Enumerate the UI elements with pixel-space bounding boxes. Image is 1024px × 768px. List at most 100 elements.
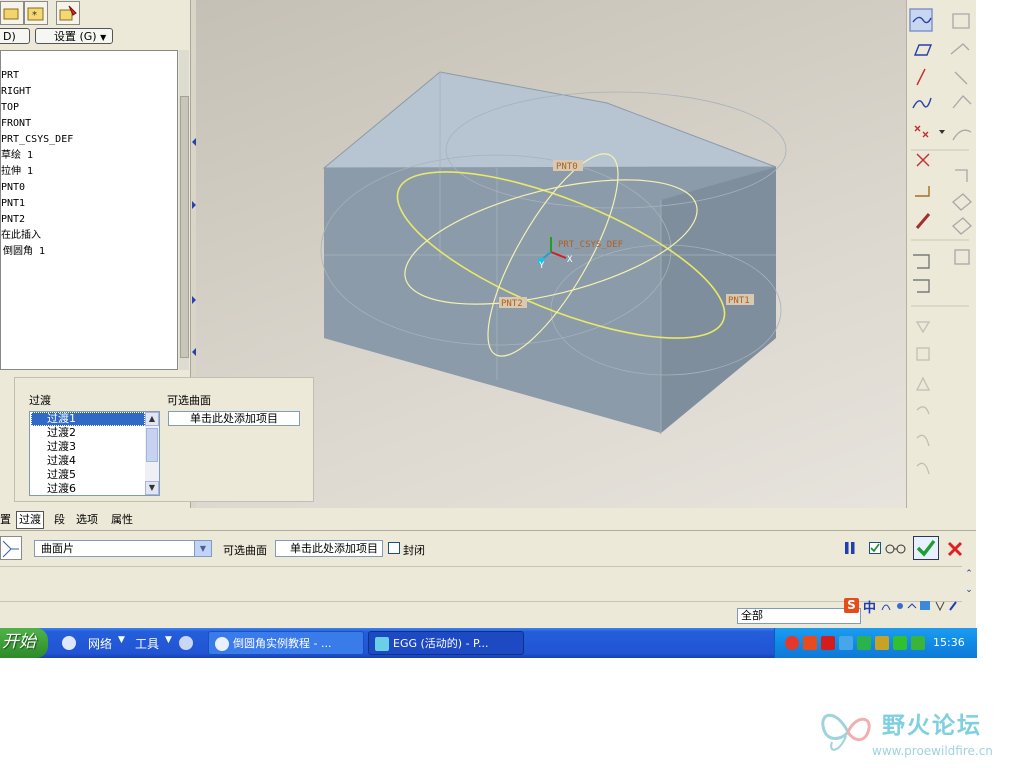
checkmark-icon xyxy=(916,539,936,557)
draft-icon xyxy=(915,321,931,334)
tray-app-icon[interactable] xyxy=(803,636,817,650)
scroll-thumb[interactable] xyxy=(146,428,158,462)
antivirus-icon[interactable] xyxy=(821,636,835,650)
tab-segments[interactable]: 段 xyxy=(54,512,65,528)
list-item[interactable]: 过渡5 xyxy=(31,468,145,482)
tab-options[interactable]: 选项 xyxy=(76,512,98,528)
shield-icon[interactable] xyxy=(911,636,925,650)
mirror-icon xyxy=(915,376,931,391)
tree-item[interactable]: TOP xyxy=(1,101,19,115)
hole-icon xyxy=(916,347,930,361)
pnt0-label[interactable]: PNT0 xyxy=(556,162,578,172)
transition-type-icon[interactable] xyxy=(0,536,22,560)
plane-icon xyxy=(913,44,933,56)
selection-filter-value: 全部 xyxy=(741,609,763,622)
gear-icon[interactable] xyxy=(179,636,193,650)
tree-item[interactable]: 草绘 1 xyxy=(1,149,33,163)
taskbar-task-proe[interactable]: EGG (活动的) - P... xyxy=(368,631,524,655)
shell-icon xyxy=(952,193,972,211)
task-label: 倒圆角实例教程 - ... xyxy=(233,637,332,650)
closed-label: 封闭 xyxy=(403,544,425,557)
ime-chinese-label[interactable]: 中 xyxy=(863,597,876,616)
settings-dropdown[interactable]: 设置 (G) ▼ xyxy=(35,28,113,44)
tree-item[interactable]: RIGHT xyxy=(1,85,31,99)
start-button[interactable]: 开始 xyxy=(0,628,48,658)
network-icon[interactable] xyxy=(62,636,76,650)
watermark-title: 野火论坛 xyxy=(882,713,982,739)
tab-placement[interactable]: 置 xyxy=(0,512,11,528)
volume-icon[interactable] xyxy=(875,636,889,650)
optional-surfaces-header: 可选曲面 xyxy=(167,394,211,407)
tree-item[interactable]: PNT1 xyxy=(1,197,25,211)
ime-toolbar: S 中 xyxy=(842,596,960,616)
status-bar: 全部 xyxy=(0,604,976,628)
sogou-ime-icon[interactable]: S xyxy=(844,598,859,613)
closed-checkbox[interactable] xyxy=(388,542,400,554)
link-icon xyxy=(915,213,931,229)
paste-icon xyxy=(913,279,930,293)
scroll-up-icon[interactable]: ▲ xyxy=(145,412,159,426)
model-settings-icon[interactable] xyxy=(56,1,80,25)
close-icon xyxy=(947,541,963,557)
point-icon xyxy=(914,125,929,138)
list-item[interactable]: 过渡1 xyxy=(31,412,145,426)
tree-item[interactable]: 拉伸 1 xyxy=(1,165,33,179)
datum-point-icon xyxy=(916,153,930,167)
tray-status-icon[interactable] xyxy=(893,636,907,650)
round-icon xyxy=(952,129,972,141)
scroll-up-icon[interactable]: ⌃ xyxy=(962,567,976,581)
tree-item[interactable]: PNT2 xyxy=(1,213,25,227)
chevron-down-icon[interactable]: ▼ xyxy=(118,635,125,645)
tab-properties[interactable]: 属性 xyxy=(111,512,133,528)
network-status-icon[interactable] xyxy=(839,636,853,650)
transition-list[interactable]: 过渡1 过渡2 过渡3 过渡4 过渡5 过渡6 ▲ ▼ xyxy=(29,411,160,496)
transition-list-scrollbar[interactable]: ▲ ▼ xyxy=(145,412,159,495)
watermark-url: www.proewildfire.cn xyxy=(872,744,993,758)
list-item[interactable]: 过渡3 xyxy=(31,440,145,454)
chevron-down-icon[interactable]: ▼ xyxy=(194,541,211,556)
rib-icon xyxy=(952,217,972,235)
tree-item[interactable]: PRT xyxy=(1,69,19,83)
folder-open-icon[interactable] xyxy=(0,1,24,25)
pattern-icon xyxy=(954,249,970,265)
list-item[interactable]: 过渡4 xyxy=(31,454,145,468)
tree-item[interactable]: PRT_CSYS_DEF xyxy=(1,133,73,147)
scroll-down-icon[interactable]: ⌄ xyxy=(962,583,976,597)
star-folder-icon[interactable]: * xyxy=(24,1,48,25)
security-icon[interactable] xyxy=(857,636,871,650)
add-surface-item[interactable]: 单击此处添加项目 xyxy=(168,411,300,426)
settings-dropdown-label: 设置 (G) xyxy=(54,30,97,43)
transition-panel: 过渡 可选曲面 过渡1 过渡2 过渡3 过渡4 过渡5 过渡6 ▲ ▼ 单击此处… xyxy=(14,377,314,502)
sweep-icon xyxy=(954,71,968,85)
message-scrollbar[interactable]: ⌃ ⌄ xyxy=(962,566,976,600)
optional-surfaces-field[interactable]: 单击此处添加项目 xyxy=(275,540,383,557)
tab-transition[interactable]: 过渡 xyxy=(16,511,44,529)
ime-tool-icons[interactable] xyxy=(880,598,960,614)
preview-checkbox[interactable] xyxy=(869,542,881,554)
glasses-icon[interactable] xyxy=(884,541,908,555)
show-dropdown[interactable]: D) ▼ xyxy=(0,28,30,58)
pnt2-label[interactable]: PNT2 xyxy=(501,299,523,309)
scroll-down-icon[interactable]: ▼ xyxy=(145,481,159,495)
cancel-button[interactable] xyxy=(946,540,964,558)
chevron-down-icon[interactable]: ▼ xyxy=(165,635,172,645)
tree-scroll-thumb[interactable] xyxy=(180,96,189,358)
tree-insert-here[interactable]: 在此插入 xyxy=(1,229,41,243)
revolve-icon xyxy=(950,43,970,55)
pnt1-label[interactable]: PNT1 xyxy=(728,296,750,306)
tree-item[interactable]: PNT0 xyxy=(1,181,25,195)
pause-icon[interactable] xyxy=(843,541,857,555)
quick-launch-tools[interactable]: 工具 xyxy=(135,635,159,652)
csys-label[interactable]: PRT_CSYS_DEF xyxy=(558,240,623,250)
quick-launch-network[interactable]: 网络 xyxy=(88,635,112,652)
qq-icon[interactable] xyxy=(785,636,799,650)
taskbar-task-tutorial[interactable]: 倒圆角实例教程 - ... xyxy=(208,631,364,655)
tree-item[interactable]: FRONT xyxy=(1,117,31,131)
list-item[interactable]: 过渡6 xyxy=(31,482,145,496)
tree-item[interactable]: 倒圆角 1 xyxy=(3,245,45,259)
list-item[interactable]: 过渡2 xyxy=(31,426,145,440)
tree-scrollbar[interactable] xyxy=(179,50,189,370)
task-label: EGG (活动的) - P... xyxy=(393,637,489,650)
surface-type-select[interactable]: 曲面片 ▼ xyxy=(34,540,212,557)
confirm-button[interactable] xyxy=(913,536,939,560)
